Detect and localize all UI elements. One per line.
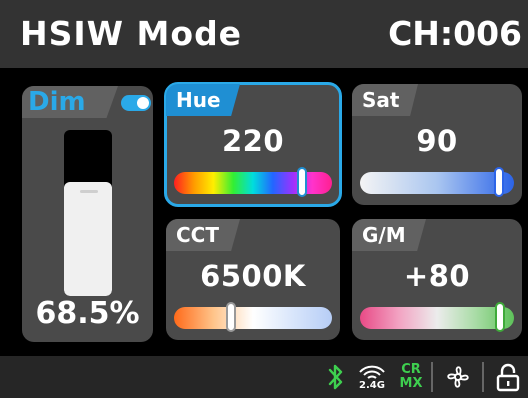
cct-value: 6500K (200, 259, 306, 293)
dim-toggle[interactable] (121, 95, 151, 111)
wireless-band-label: 2.4G (359, 380, 385, 391)
fan-icon (440, 356, 476, 398)
wireless-24g-icon: 2.4G (352, 356, 392, 398)
gm-slider-knob[interactable] (495, 302, 506, 332)
status-divider (431, 362, 433, 392)
dim-label: Dim (28, 87, 86, 117)
gm-slider[interactable] (360, 302, 514, 332)
cct-tab: CCT (166, 219, 240, 251)
sat-value: 90 (416, 124, 458, 158)
dim-slider-track[interactable] (64, 130, 112, 296)
status-divider (482, 362, 484, 392)
hue-card[interactable]: Hue 220 (164, 82, 342, 207)
unlock-icon[interactable] (492, 356, 524, 398)
hue-slider[interactable] (174, 167, 332, 197)
gm-card[interactable]: G/M +80 (352, 219, 522, 340)
channel-indicator[interactable]: CH:006 (388, 8, 522, 60)
gm-tab: G/M (352, 219, 426, 251)
cct-slider-knob[interactable] (225, 302, 236, 332)
mode-title: HSIW Mode (20, 14, 243, 53)
cct-card[interactable]: CCT 6500K (166, 219, 340, 340)
dim-slider-fill (64, 182, 112, 296)
header-bar: HSIW Mode CH:006 (0, 0, 528, 68)
sat-card[interactable]: Sat 90 (352, 84, 522, 205)
crmx-top-label: CR (401, 362, 421, 377)
bluetooth-icon (324, 356, 348, 398)
crmx-icon: CR MX (396, 356, 426, 398)
hue-slider-knob[interactable] (296, 167, 307, 197)
sat-slider[interactable] (360, 167, 514, 197)
gm-value: +80 (403, 259, 471, 293)
cct-slider[interactable] (174, 302, 332, 332)
dim-card[interactable]: Dim 68.5% (22, 86, 153, 342)
sat-slider-knob[interactable] (493, 167, 504, 197)
hue-tab: Hue (166, 84, 240, 116)
status-bar: 2.4G CR MX (0, 356, 528, 398)
hue-value: 220 (221, 124, 285, 158)
sat-tab: Sat (352, 84, 418, 116)
dim-slider-handle[interactable] (80, 190, 98, 194)
crmx-bottom-label: MX (399, 376, 423, 391)
dim-percentage: 68.5% (35, 296, 140, 331)
